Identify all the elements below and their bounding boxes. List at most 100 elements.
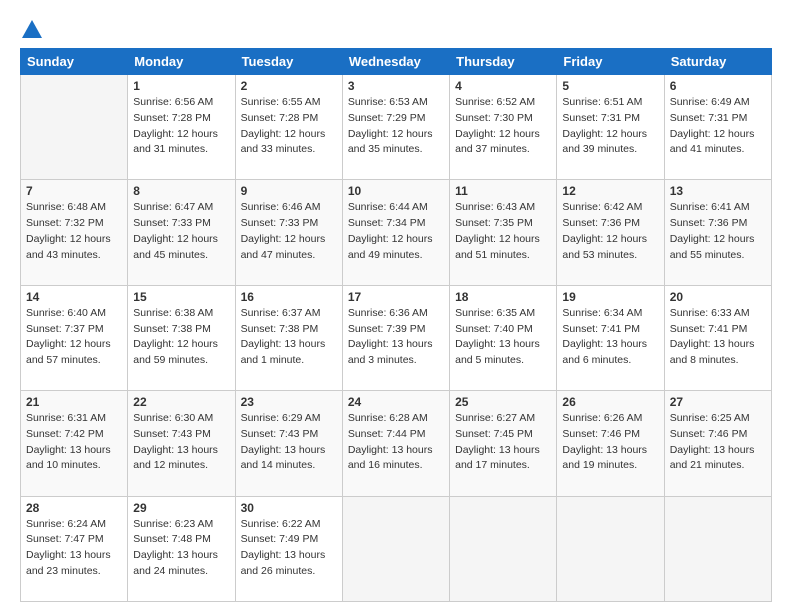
calendar-week-row: 14 Sunrise: 6:40 AMSunset: 7:37 PMDayligh… — [21, 285, 772, 390]
calendar-cell: 19 Sunrise: 6:34 AMSunset: 7:41 PMDayligh… — [557, 285, 664, 390]
day-number: 28 — [26, 501, 122, 515]
day-number: 11 — [455, 184, 551, 198]
calendar-cell — [342, 496, 449, 601]
day-info: Sunrise: 6:28 AMSunset: 7:44 PMDaylight:… — [348, 411, 444, 474]
calendar-week-row: 1Sunrise: 6:56 AMSunset: 7:28 PMDaylight… — [21, 75, 772, 180]
calendar-cell — [21, 75, 128, 180]
day-number: 7 — [26, 184, 122, 198]
day-number: 8 — [133, 184, 229, 198]
day-number: 4 — [455, 79, 551, 93]
day-info: Sunrise: 6:55 AMSunset: 7:28 PMDaylight:… — [241, 95, 337, 158]
day-number: 14 — [26, 290, 122, 304]
day-number: 22 — [133, 395, 229, 409]
calendar-header-saturday: Saturday — [664, 49, 771, 75]
day-info: Sunrise: 6:47 AMSunset: 7:33 PMDaylight:… — [133, 200, 229, 263]
calendar-cell: 18 Sunrise: 6:35 AMSunset: 7:40 PMDayligh… — [450, 285, 557, 390]
calendar-cell: 20 Sunrise: 6:33 AMSunset: 7:41 PMDayligh… — [664, 285, 771, 390]
calendar-cell: 4Sunrise: 6:52 AMSunset: 7:30 PMDaylight… — [450, 75, 557, 180]
calendar-cell: 29 Sunrise: 6:23 AMSunset: 7:48 PMDayligh… — [128, 496, 235, 601]
calendar-cell: 25 Sunrise: 6:27 AMSunset: 7:45 PMDayligh… — [450, 391, 557, 496]
day-info: Sunrise: 6:53 AMSunset: 7:29 PMDaylight:… — [348, 95, 444, 158]
day-number: 30 — [241, 501, 337, 515]
calendar-cell: 12Sunrise: 6:42 AMSunset: 7:36 PMDayligh… — [557, 180, 664, 285]
calendar-cell: 5 Sunrise: 6:51 AMSunset: 7:31 PMDaylight… — [557, 75, 664, 180]
day-number: 19 — [562, 290, 658, 304]
logo-triangle-icon — [22, 20, 42, 38]
day-number: 6 — [670, 79, 766, 93]
calendar-cell — [450, 496, 557, 601]
logo-text — [20, 20, 42, 40]
day-number: 25 — [455, 395, 551, 409]
calendar-cell: 6 Sunrise: 6:49 AMSunset: 7:31 PMDaylight… — [664, 75, 771, 180]
calendar-cell: 28 Sunrise: 6:24 AMSunset: 7:47 PMDayligh… — [21, 496, 128, 601]
day-number: 15 — [133, 290, 229, 304]
day-number: 13 — [670, 184, 766, 198]
header — [20, 20, 772, 40]
calendar-cell: 26 Sunrise: 6:26 AMSunset: 7:46 PMDayligh… — [557, 391, 664, 496]
calendar-cell — [557, 496, 664, 601]
day-info: Sunrise: 6:41 AMSunset: 7:36 PMDaylight:… — [670, 200, 766, 263]
day-number: 23 — [241, 395, 337, 409]
day-info: Sunrise: 6:48 AMSunset: 7:32 PMDaylight:… — [26, 200, 122, 263]
day-number: 16 — [241, 290, 337, 304]
day-info: Sunrise: 6:35 AMSunset: 7:40 PMDaylight:… — [455, 306, 551, 369]
day-number: 10 — [348, 184, 444, 198]
day-info: Sunrise: 6:36 AMSunset: 7:39 PMDaylight:… — [348, 306, 444, 369]
day-number: 29 — [133, 501, 229, 515]
calendar-cell: 17 Sunrise: 6:36 AMSunset: 7:39 PMDayligh… — [342, 285, 449, 390]
day-info: Sunrise: 6:34 AMSunset: 7:41 PMDaylight:… — [562, 306, 658, 369]
calendar-cell: 8 Sunrise: 6:47 AMSunset: 7:33 PMDaylight… — [128, 180, 235, 285]
calendar-week-row: 21Sunrise: 6:31 AMSunset: 7:42 PMDayligh… — [21, 391, 772, 496]
calendar-week-row: 28 Sunrise: 6:24 AMSunset: 7:47 PMDayligh… — [21, 496, 772, 601]
day-info: Sunrise: 6:37 AMSunset: 7:38 PMDaylight:… — [241, 306, 337, 369]
day-info: Sunrise: 6:49 AMSunset: 7:31 PMDaylight:… — [670, 95, 766, 158]
day-info: Sunrise: 6:25 AMSunset: 7:46 PMDaylight:… — [670, 411, 766, 474]
page: SundayMondayTuesdayWednesdayThursdayFrid… — [0, 0, 792, 612]
calendar-table: SundayMondayTuesdayWednesdayThursdayFrid… — [20, 48, 772, 602]
day-number: 26 — [562, 395, 658, 409]
day-info: Sunrise: 6:38 AMSunset: 7:38 PMDaylight:… — [133, 306, 229, 369]
calendar-header-wednesday: Wednesday — [342, 49, 449, 75]
day-info: Sunrise: 6:27 AMSunset: 7:45 PMDaylight:… — [455, 411, 551, 474]
calendar-week-row: 7 Sunrise: 6:48 AMSunset: 7:32 PMDaylight… — [21, 180, 772, 285]
day-info: Sunrise: 6:33 AMSunset: 7:41 PMDaylight:… — [670, 306, 766, 369]
day-number: 18 — [455, 290, 551, 304]
calendar-cell — [664, 496, 771, 601]
calendar-cell: 2 Sunrise: 6:55 AMSunset: 7:28 PMDaylight… — [235, 75, 342, 180]
day-info: Sunrise: 6:43 AMSunset: 7:35 PMDaylight:… — [455, 200, 551, 263]
calendar-cell: 22 Sunrise: 6:30 AMSunset: 7:43 PMDayligh… — [128, 391, 235, 496]
day-number: 17 — [348, 290, 444, 304]
day-number: 3 — [348, 79, 444, 93]
calendar-cell: 10Sunrise: 6:44 AMSunset: 7:34 PMDayligh… — [342, 180, 449, 285]
day-info: Sunrise: 6:51 AMSunset: 7:31 PMDaylight:… — [562, 95, 658, 158]
calendar-cell: 27 Sunrise: 6:25 AMSunset: 7:46 PMDayligh… — [664, 391, 771, 496]
calendar-cell: 15 Sunrise: 6:38 AMSunset: 7:38 PMDayligh… — [128, 285, 235, 390]
day-info: Sunrise: 6:26 AMSunset: 7:46 PMDaylight:… — [562, 411, 658, 474]
calendar-header-row: SundayMondayTuesdayWednesdayThursdayFrid… — [21, 49, 772, 75]
calendar-cell: 1Sunrise: 6:56 AMSunset: 7:28 PMDaylight… — [128, 75, 235, 180]
calendar-cell: 23 Sunrise: 6:29 AMSunset: 7:43 PMDayligh… — [235, 391, 342, 496]
calendar-cell: 14 Sunrise: 6:40 AMSunset: 7:37 PMDayligh… — [21, 285, 128, 390]
calendar-cell: 9Sunrise: 6:46 AMSunset: 7:33 PMDaylight… — [235, 180, 342, 285]
day-info: Sunrise: 6:24 AMSunset: 7:47 PMDaylight:… — [26, 517, 122, 580]
day-number: 1 — [133, 79, 229, 93]
day-number: 12 — [562, 184, 658, 198]
calendar-header-friday: Friday — [557, 49, 664, 75]
day-number: 20 — [670, 290, 766, 304]
day-info: Sunrise: 6:46 AMSunset: 7:33 PMDaylight:… — [241, 200, 337, 263]
day-number: 5 — [562, 79, 658, 93]
calendar-cell: 21Sunrise: 6:31 AMSunset: 7:42 PMDayligh… — [21, 391, 128, 496]
day-number: 2 — [241, 79, 337, 93]
day-info: Sunrise: 6:40 AMSunset: 7:37 PMDaylight:… — [26, 306, 122, 369]
day-number: 24 — [348, 395, 444, 409]
day-info: Sunrise: 6:22 AMSunset: 7:49 PMDaylight:… — [241, 517, 337, 580]
day-number: 27 — [670, 395, 766, 409]
logo — [20, 20, 42, 40]
calendar-cell: 11 Sunrise: 6:43 AMSunset: 7:35 PMDayligh… — [450, 180, 557, 285]
day-info: Sunrise: 6:23 AMSunset: 7:48 PMDaylight:… — [133, 517, 229, 580]
day-info: Sunrise: 6:29 AMSunset: 7:43 PMDaylight:… — [241, 411, 337, 474]
day-info: Sunrise: 6:30 AMSunset: 7:43 PMDaylight:… — [133, 411, 229, 474]
calendar-cell: 3 Sunrise: 6:53 AMSunset: 7:29 PMDaylight… — [342, 75, 449, 180]
calendar-cell: 7 Sunrise: 6:48 AMSunset: 7:32 PMDaylight… — [21, 180, 128, 285]
calendar-header-monday: Monday — [128, 49, 235, 75]
